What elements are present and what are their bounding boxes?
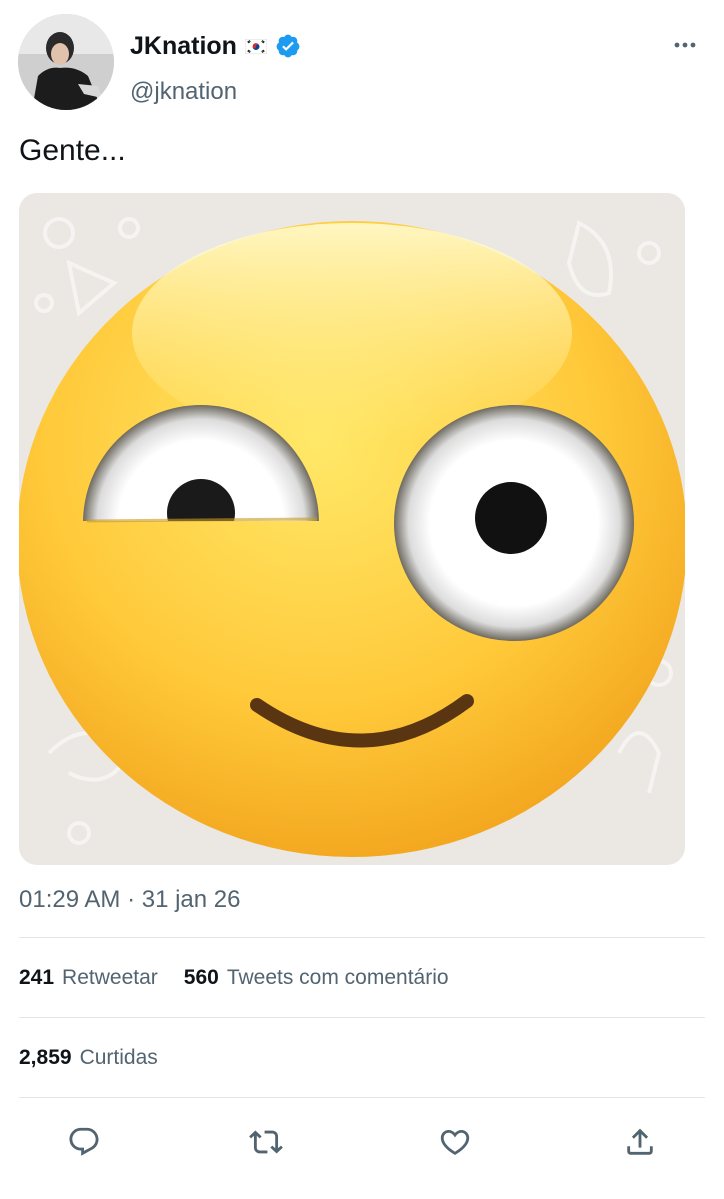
- tweet-actions-bar: [0, 1118, 724, 1168]
- share-icon: [627, 1128, 653, 1155]
- retweet-icon: [249, 1130, 283, 1154]
- more-dots-icon: [674, 42, 696, 48]
- retweet-stats-row: 241 Retweetar 560 Tweets com comentário: [19, 966, 475, 990]
- tweet-header: JKnation @jknation: [0, 0, 724, 120]
- author-display-name[interactable]: JKnation: [130, 32, 237, 61]
- tweet-text: Gente...: [19, 134, 126, 167]
- south-korea-flag-icon: [244, 38, 268, 54]
- author-handle[interactable]: @jknation: [130, 78, 237, 106]
- more-options-button[interactable]: [668, 32, 702, 58]
- tweet-media-image[interactable]: [19, 193, 685, 865]
- reply-button[interactable]: [64, 1122, 104, 1162]
- likes-count[interactable]: 2,859: [19, 1046, 72, 1070]
- quote-count[interactable]: 560: [184, 966, 219, 990]
- tweet-timestamp[interactable]: 01:29 AM · 31 jan 26: [19, 886, 240, 914]
- verified-badge-icon: [275, 33, 301, 59]
- likes-stats-row: 2,859 Curtidas: [19, 1046, 184, 1070]
- like-button[interactable]: [435, 1122, 475, 1162]
- retweet-count[interactable]: 241: [19, 966, 54, 990]
- divider: [19, 1097, 705, 1098]
- heart-icon: [440, 1129, 470, 1155]
- likes-label[interactable]: Curtidas: [80, 1046, 158, 1070]
- retweet-button[interactable]: [246, 1122, 286, 1162]
- author-name-row[interactable]: JKnation: [130, 28, 301, 64]
- avatar-image: [18, 14, 114, 110]
- divider: [19, 1017, 705, 1018]
- retweet-label[interactable]: Retweetar: [62, 966, 158, 990]
- reply-icon: [69, 1127, 99, 1156]
- quote-label[interactable]: Tweets com comentário: [227, 966, 449, 990]
- smirk-emoji-image: [19, 217, 685, 857]
- avatar[interactable]: [18, 14, 114, 110]
- share-button[interactable]: [620, 1122, 660, 1162]
- divider: [19, 937, 705, 938]
